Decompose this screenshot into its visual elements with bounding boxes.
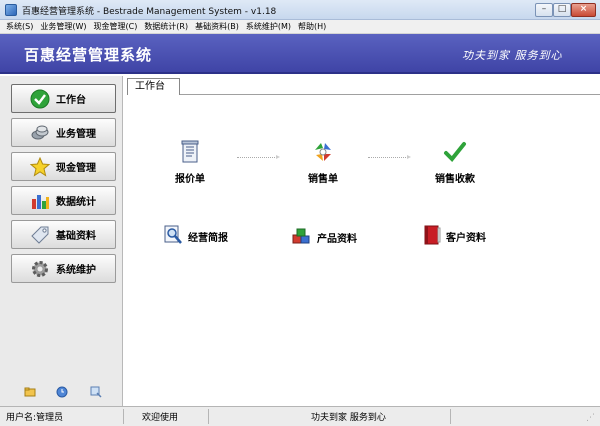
sidebar-item-business[interactable]: 业务管理 — [11, 118, 116, 147]
star-icon — [29, 156, 51, 177]
sales-receipt-button[interactable]: 销售收款 — [435, 140, 475, 185]
menu-maintenance[interactable]: 系统维护(M) — [246, 21, 291, 32]
banner-slogan: 功夫到家 服务到心 — [462, 49, 563, 62]
app-banner: 百惠经营管理系统 功夫到家 服务到心 — [0, 34, 600, 74]
product-data-button[interactable]: 产品资料 — [291, 226, 357, 249]
maximize-button[interactable]: □ — [553, 3, 571, 17]
menu-bar: 系统(S) 业务管理(W) 现金管理(C) 数据统计(R) 基础资料(B) 系统… — [0, 20, 600, 34]
menu-business[interactable]: 业务管理(W) — [40, 21, 86, 32]
tag-icon — [30, 225, 50, 245]
status-separator — [208, 409, 209, 424]
workbench-panel: 工作台 报价单 销售单 销售收款 经营简报 产品资料 客户资料 — [124, 76, 600, 406]
tab-divider — [180, 94, 600, 95]
clock-icon[interactable] — [56, 386, 68, 398]
folder-icon[interactable] — [24, 386, 36, 398]
sidebar-item-label: 工作台 — [56, 95, 86, 106]
customer-data-label: 客户资料 — [446, 233, 486, 244]
sales-order-button[interactable]: 销售单 — [308, 140, 338, 185]
gear-icon — [30, 259, 50, 279]
coins-icon — [30, 123, 50, 143]
green-check-icon — [30, 89, 50, 109]
status-separator — [450, 409, 451, 424]
business-report-button[interactable]: 经营简报 — [162, 224, 228, 249]
menu-basic-data[interactable]: 基础资料(B) — [195, 21, 239, 32]
menu-help[interactable]: 帮助(H) — [298, 21, 326, 32]
magnifier-report-icon — [162, 224, 184, 249]
bar-chart-icon — [30, 191, 50, 211]
sidebar-item-cash[interactable]: 现金管理 — [11, 152, 116, 181]
status-separator — [123, 409, 124, 424]
green-check-icon — [443, 140, 467, 167]
flow-arrow — [368, 155, 411, 159]
search-icon[interactable] — [90, 386, 102, 398]
sidebar-item-workbench[interactable]: 工作台 — [11, 84, 116, 113]
sidebar-item-label: 现金管理 — [56, 163, 96, 174]
document-icon — [179, 140, 201, 167]
sidebar-item-basic-data[interactable]: 基础资料 — [11, 220, 116, 249]
status-slogan: 功夫到家 服务到心 — [311, 413, 386, 423]
menu-cash[interactable]: 现金管理(C) — [93, 21, 137, 32]
sidebar-item-label: 基础资料 — [56, 231, 96, 242]
close-button[interactable]: × — [571, 3, 596, 17]
flow-arrow — [237, 155, 280, 159]
status-user: 用户名:管理员 — [6, 413, 64, 423]
sidebar-item-label: 业务管理 — [56, 129, 96, 140]
product-data-label: 产品资料 — [317, 234, 357, 245]
red-book-icon — [422, 224, 442, 249]
cubes-icon — [291, 226, 313, 249]
window-title: 百惠经营管理系统 - Bestrade Management System - … — [22, 7, 277, 17]
status-welcome: 欢迎使用 — [142, 413, 179, 423]
banner-title: 百惠经营管理系统 — [24, 46, 153, 64]
resize-grip-icon[interactable]: ⋰ — [586, 413, 595, 423]
quotation-button[interactable]: 报价单 — [175, 140, 205, 185]
menu-system[interactable]: 系统(S) — [6, 21, 33, 32]
minimize-button[interactable]: – — [535, 3, 553, 17]
sales-receipt-label: 销售收款 — [435, 174, 475, 185]
sidebar-item-maintenance[interactable]: 系统维护 — [11, 254, 116, 283]
quotation-label: 报价单 — [175, 174, 205, 185]
sidebar-item-statistics[interactable]: 数据统计 — [11, 186, 116, 215]
customer-data-button[interactable]: 客户资料 — [422, 224, 486, 249]
title-bar: 百惠经营管理系统 - Bestrade Management System - … — [0, 0, 600, 20]
app-icon — [5, 4, 17, 16]
sales-order-label: 销售单 — [308, 174, 338, 185]
recycle-arrows-icon — [311, 140, 335, 167]
sidebar: 工作台 业务管理 现金管理 数据统计 基础资料 系统维护 — [0, 76, 123, 406]
sidebar-item-label: 数据统计 — [56, 197, 96, 208]
tab-workbench[interactable]: 工作台 — [127, 78, 180, 95]
sidebar-item-label: 系统维护 — [56, 265, 96, 276]
status-bar: 用户名:管理员 欢迎使用 功夫到家 服务到心 ⋰ — [0, 406, 600, 426]
business-report-label: 经营简报 — [188, 233, 228, 244]
menu-statistics[interactable]: 数据统计(R) — [144, 21, 188, 32]
